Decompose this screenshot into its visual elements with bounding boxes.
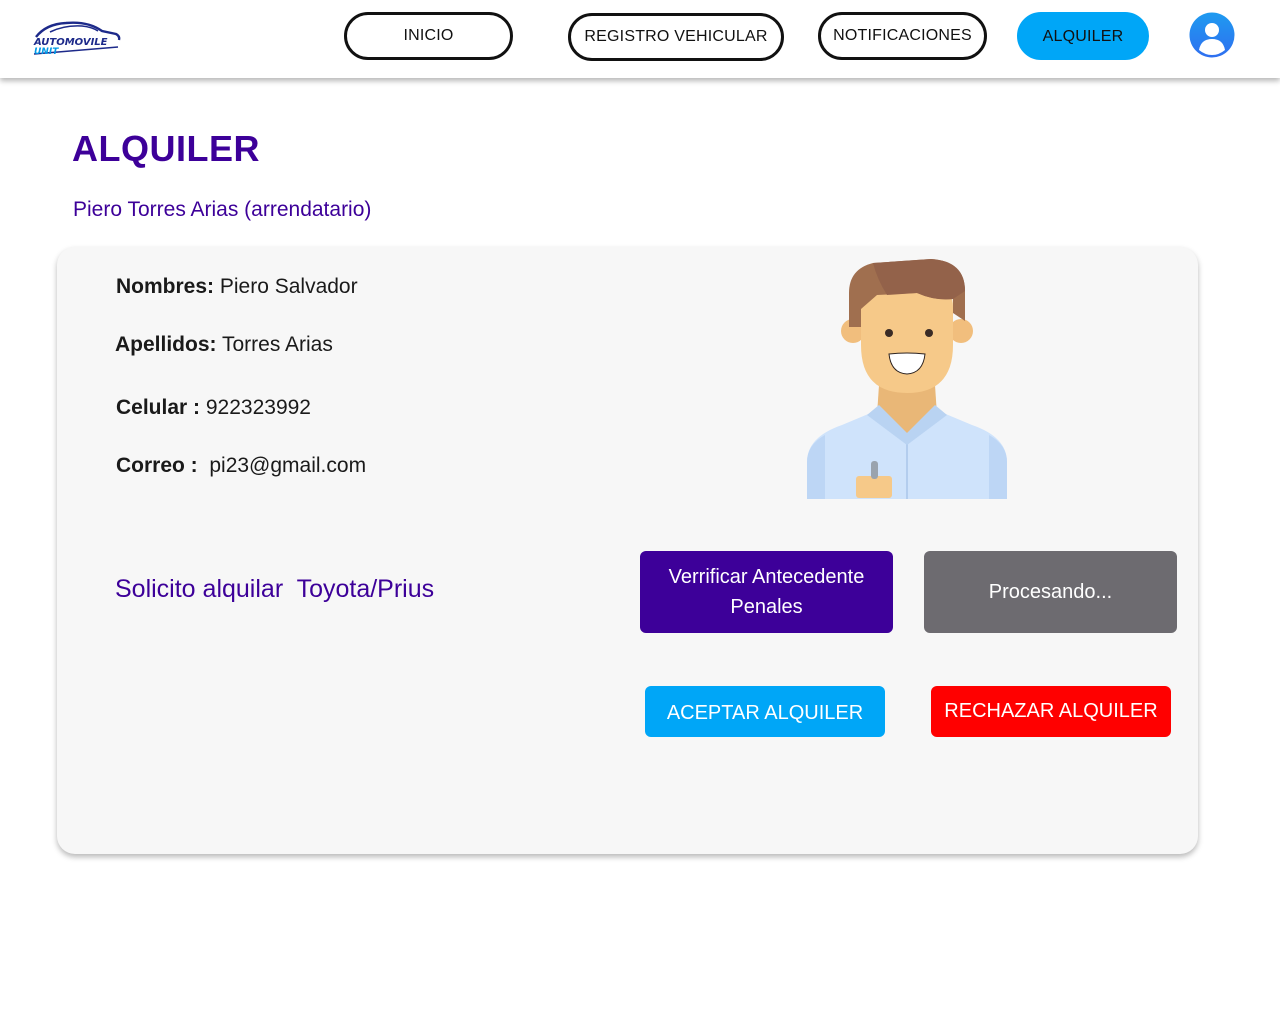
- man-avatar-icon: [807, 257, 1007, 499]
- rental-request-card: Nombres: Piero Salvador Apellidos: Torre…: [57, 247, 1198, 854]
- nombres-label: Nombres:: [116, 275, 215, 298]
- verify-criminal-record-button[interactable]: Verrificar Antecedente Penales: [640, 551, 893, 633]
- celular-field: Celular : 922323992: [116, 396, 311, 420]
- correo-value: pi23@gmail.com: [197, 454, 367, 477]
- logo-text-line2: UNIT: [34, 47, 59, 57]
- renter-subtitle: Piero Torres Arias (arrendatario): [73, 198, 372, 221]
- apellidos-value: Torres Arias: [216, 333, 333, 356]
- page-title: ALQUILER: [72, 128, 260, 169]
- nav-registro-vehicular-button[interactable]: REGISTRO VEHICULAR: [568, 13, 784, 61]
- accept-rental-button[interactable]: ACEPTAR ALQUILER: [645, 686, 885, 737]
- car-logo-icon: AUTOMOVILE UNIT: [33, 21, 121, 57]
- processing-status-button[interactable]: Procesando...: [924, 551, 1177, 633]
- nav-alquiler-button[interactable]: ALQUILER: [1017, 12, 1149, 60]
- nav-notificaciones-button[interactable]: NOTIFICACIONES: [818, 12, 987, 60]
- rental-request-text: Solicito alquilar Toyota/Prius: [115, 575, 435, 603]
- nombres-field: Nombres: Piero Salvador: [116, 275, 358, 299]
- top-navbar: AUTOMOVILE UNIT INICIO REGISTRO VEHICULA…: [0, 0, 1280, 78]
- apellidos-label: Apellidos:: [115, 333, 217, 356]
- celular-value: 922323992: [200, 396, 311, 419]
- apellidos-field: Apellidos: Torres Arias: [115, 333, 333, 357]
- celular-label: Celular :: [116, 396, 201, 419]
- reject-rental-button[interactable]: RECHAZAR ALQUILER: [931, 686, 1171, 737]
- user-avatar-icon[interactable]: [1189, 12, 1235, 58]
- correo-label: Correo :: [116, 454, 198, 477]
- automovile-unit-logo[interactable]: AUTOMOVILE UNIT: [30, 18, 122, 58]
- correo-field: Correo : pi23@gmail.com: [116, 454, 366, 478]
- nombres-value: Piero Salvador: [214, 275, 358, 298]
- nav-inicio-button[interactable]: INICIO: [344, 12, 513, 60]
